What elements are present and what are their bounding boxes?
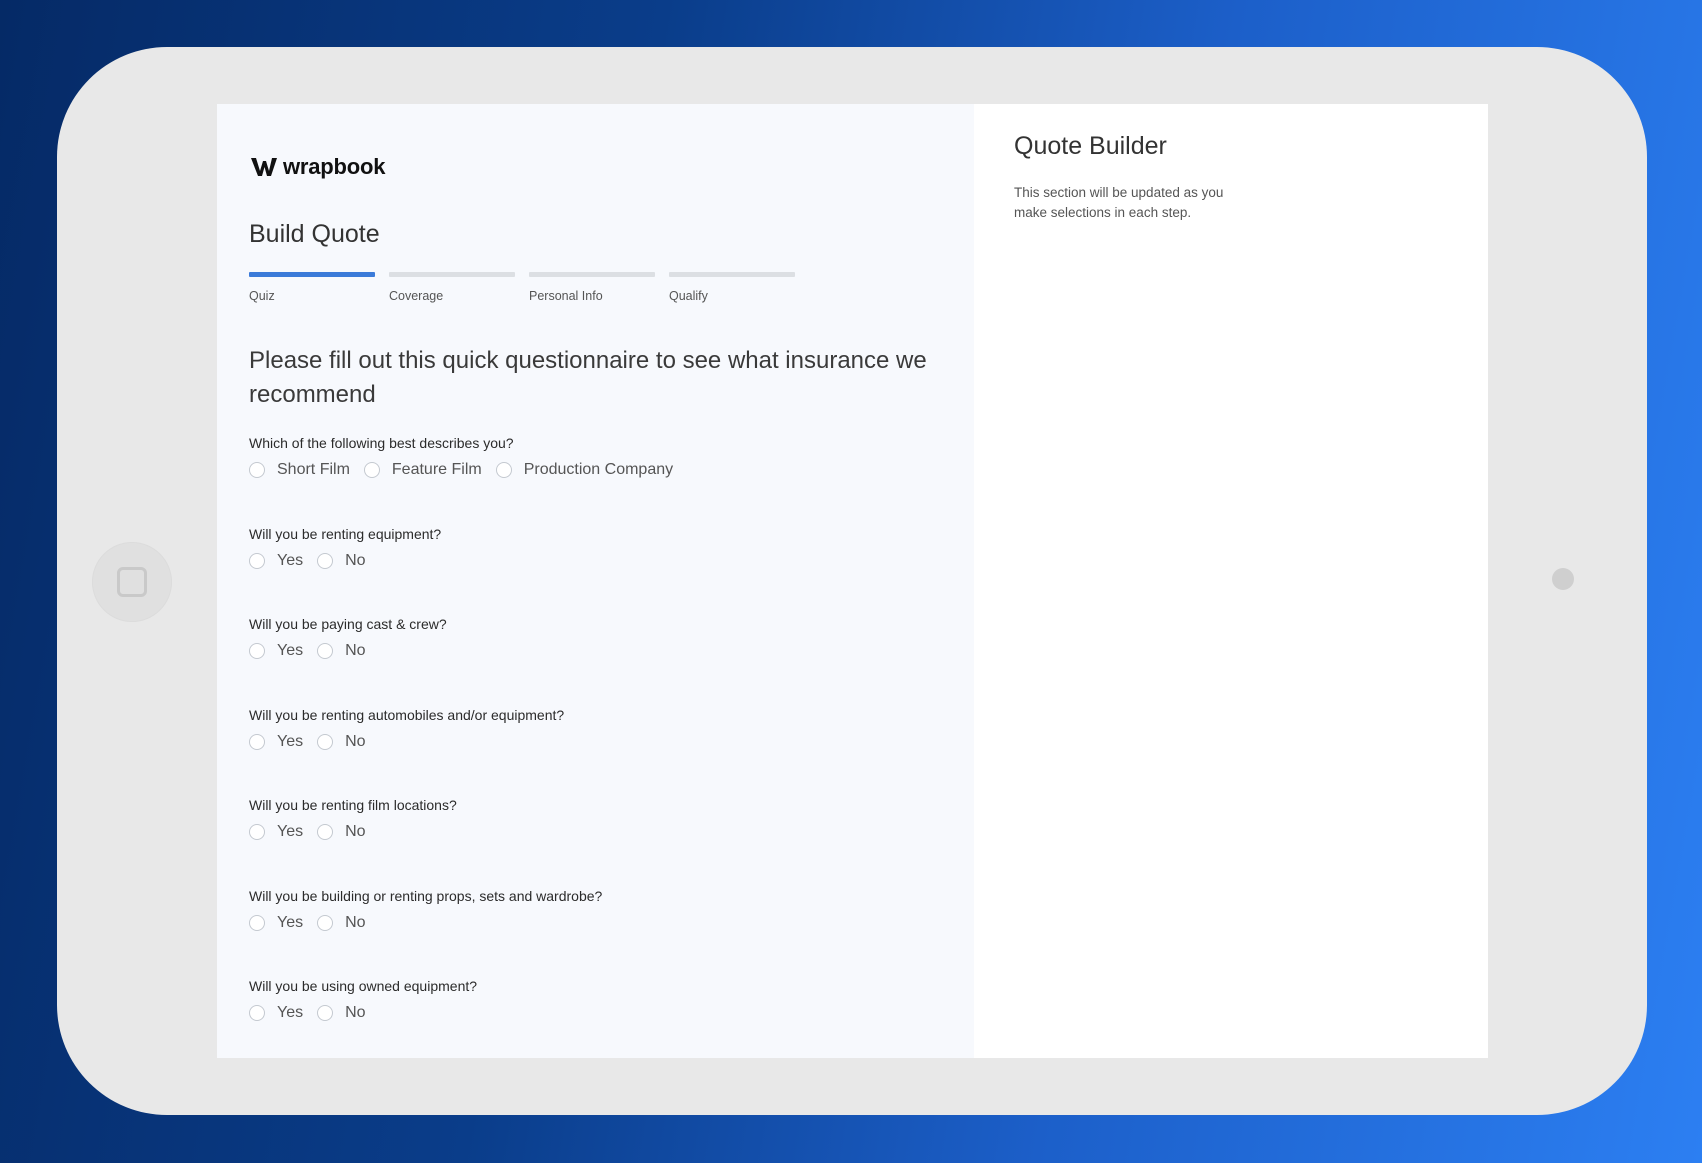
question-label: Will you be building or renting props, s… — [249, 887, 603, 904]
step-progress-bar — [249, 272, 375, 277]
radio-button[interactable] — [249, 552, 265, 569]
question-label: Will you be renting automobiles and/or e… — [249, 706, 565, 723]
radio-option-no[interactable]: No — [317, 1004, 366, 1022]
radio-button[interactable] — [317, 552, 334, 569]
radio-option-label: Feature Film — [391, 461, 482, 478]
radio-option-production-company[interactable]: Production Company — [495, 461, 674, 479]
page-title: Build Quote — [249, 220, 380, 248]
question-label: Which of the following best describes yo… — [249, 435, 514, 451]
radio-option-label: Yes — [277, 913, 304, 931]
radio-option-no[interactable]: No — [317, 551, 366, 570]
radio-option-label: Yes — [277, 732, 304, 750]
radio-group: Yes No — [249, 1004, 939, 1022]
radio-option-yes[interactable]: Yes — [249, 733, 303, 751]
radio-button[interactable] — [317, 733, 334, 750]
radio-group: Yes No — [249, 823, 939, 841]
question-group: Will you be using owned equipment? Yes No — [249, 978, 939, 1058]
progress-steps: Quiz Coverage Personal Info Qualify — [249, 272, 795, 303]
step-quiz[interactable]: Quiz — [249, 272, 375, 303]
step-progress-bar — [529, 272, 655, 277]
radio-option-label: No — [345, 551, 366, 569]
radio-option-label: Short Film — [277, 461, 350, 478]
radio-group: Yes No — [249, 733, 939, 751]
question-group: Will you be paying cast & crew? Yes No — [249, 616, 939, 707]
radio-option-label: Yes — [277, 1004, 304, 1021]
radio-button[interactable] — [249, 914, 265, 931]
quote-builder-panel: Quote Builder This section will be updat… — [974, 104, 1488, 1058]
radio-button[interactable] — [317, 1005, 334, 1021]
radio-button[interactable] — [317, 643, 334, 659]
radio-button[interactable] — [363, 462, 380, 478]
step-label: Personal Info — [529, 289, 603, 303]
question-label: Will you be renting equipment? — [249, 525, 442, 542]
questionnaire: Which of the following best describes yo… — [249, 435, 939, 1058]
step-label: Coverage — [389, 289, 444, 303]
radio-option-label: No — [345, 823, 366, 840]
step-label: Qualify — [669, 289, 708, 303]
radio-option-label: No — [345, 642, 366, 659]
radio-option-yes[interactable]: Yes — [249, 1004, 303, 1022]
questionnaire-intro: Please fill out this quick questionnaire… — [249, 347, 927, 408]
radio-option-label: No — [345, 1004, 366, 1021]
step-progress-bar — [389, 272, 515, 277]
radio-button[interactable] — [249, 733, 265, 750]
wrapbook-logo-icon — [251, 158, 277, 176]
radio-button[interactable] — [249, 643, 265, 659]
question-group: Will you be renting automobiles and/or e… — [249, 707, 939, 798]
radio-option-short-film[interactable]: Short Film — [249, 461, 350, 479]
radio-option-yes[interactable]: Yes — [249, 552, 303, 570]
question-group: Will you be renting equipment? Yes No — [249, 526, 939, 617]
radio-option-no[interactable]: No — [317, 823, 366, 841]
brand-name: wrapbook — [283, 154, 386, 179]
question-label: Will you be paying cast & crew? — [249, 616, 447, 632]
radio-option-yes[interactable]: Yes — [249, 642, 303, 660]
radio-option-no[interactable]: No — [317, 642, 366, 660]
radio-option-yes[interactable]: Yes — [249, 823, 303, 841]
radio-button[interactable] — [249, 1005, 265, 1021]
question-group: Will you be renting film locations? Yes No — [249, 797, 939, 888]
radio-option-label: Production Company — [523, 461, 674, 478]
question-group: Which of the following best describes yo… — [249, 435, 939, 526]
radio-option-no[interactable]: No — [317, 913, 366, 932]
radio-group: Short Film Feature Film Production Company — [249, 461, 939, 479]
radio-option-yes[interactable]: Yes — [249, 914, 303, 932]
radio-option-no[interactable]: No — [317, 732, 366, 751]
question-group: Will you be building or renting props, s… — [249, 888, 939, 979]
radio-button[interactable] — [317, 824, 334, 840]
radio-group: Yes No — [249, 642, 939, 660]
radio-button[interactable] — [317, 914, 334, 931]
radio-button[interactable] — [249, 462, 265, 478]
radio-option-label: Yes — [277, 823, 304, 840]
radio-option-label: Yes — [277, 551, 304, 569]
radio-option-label: No — [345, 732, 366, 750]
step-personal-info[interactable]: Personal Info — [529, 272, 655, 303]
quiz-panel: wrapbook Build Quote Quiz Coverage Persona… — [217, 104, 974, 1058]
step-label: Quiz — [249, 289, 275, 303]
quote-builder-description: This section will be updated as you make… — [1014, 185, 1224, 220]
quote-builder-title: Quote Builder — [1014, 132, 1167, 160]
brand-logo[interactable]: wrapbook — [251, 154, 386, 180]
radio-group: Yes No — [249, 552, 939, 570]
app-screen: wrapbook Build Quote Quiz Coverage Persona… — [217, 104, 1488, 1058]
radio-option-label: Yes — [277, 642, 304, 659]
question-label: Will you be using owned equipment? — [249, 978, 478, 994]
camera-icon — [1552, 568, 1574, 590]
radio-group: Yes No — [249, 914, 939, 932]
radio-option-feature-film[interactable]: Feature Film — [363, 461, 482, 479]
question-label: Will you be renting film locations? — [249, 797, 457, 813]
home-square-icon — [117, 567, 147, 597]
step-qualify[interactable]: Qualify — [669, 272, 795, 303]
radio-option-label: No — [345, 913, 366, 931]
radio-button[interactable] — [495, 462, 512, 478]
home-button[interactable] — [92, 542, 172, 622]
step-coverage[interactable]: Coverage — [389, 272, 515, 303]
radio-button[interactable] — [249, 824, 265, 840]
step-progress-bar — [669, 272, 795, 277]
